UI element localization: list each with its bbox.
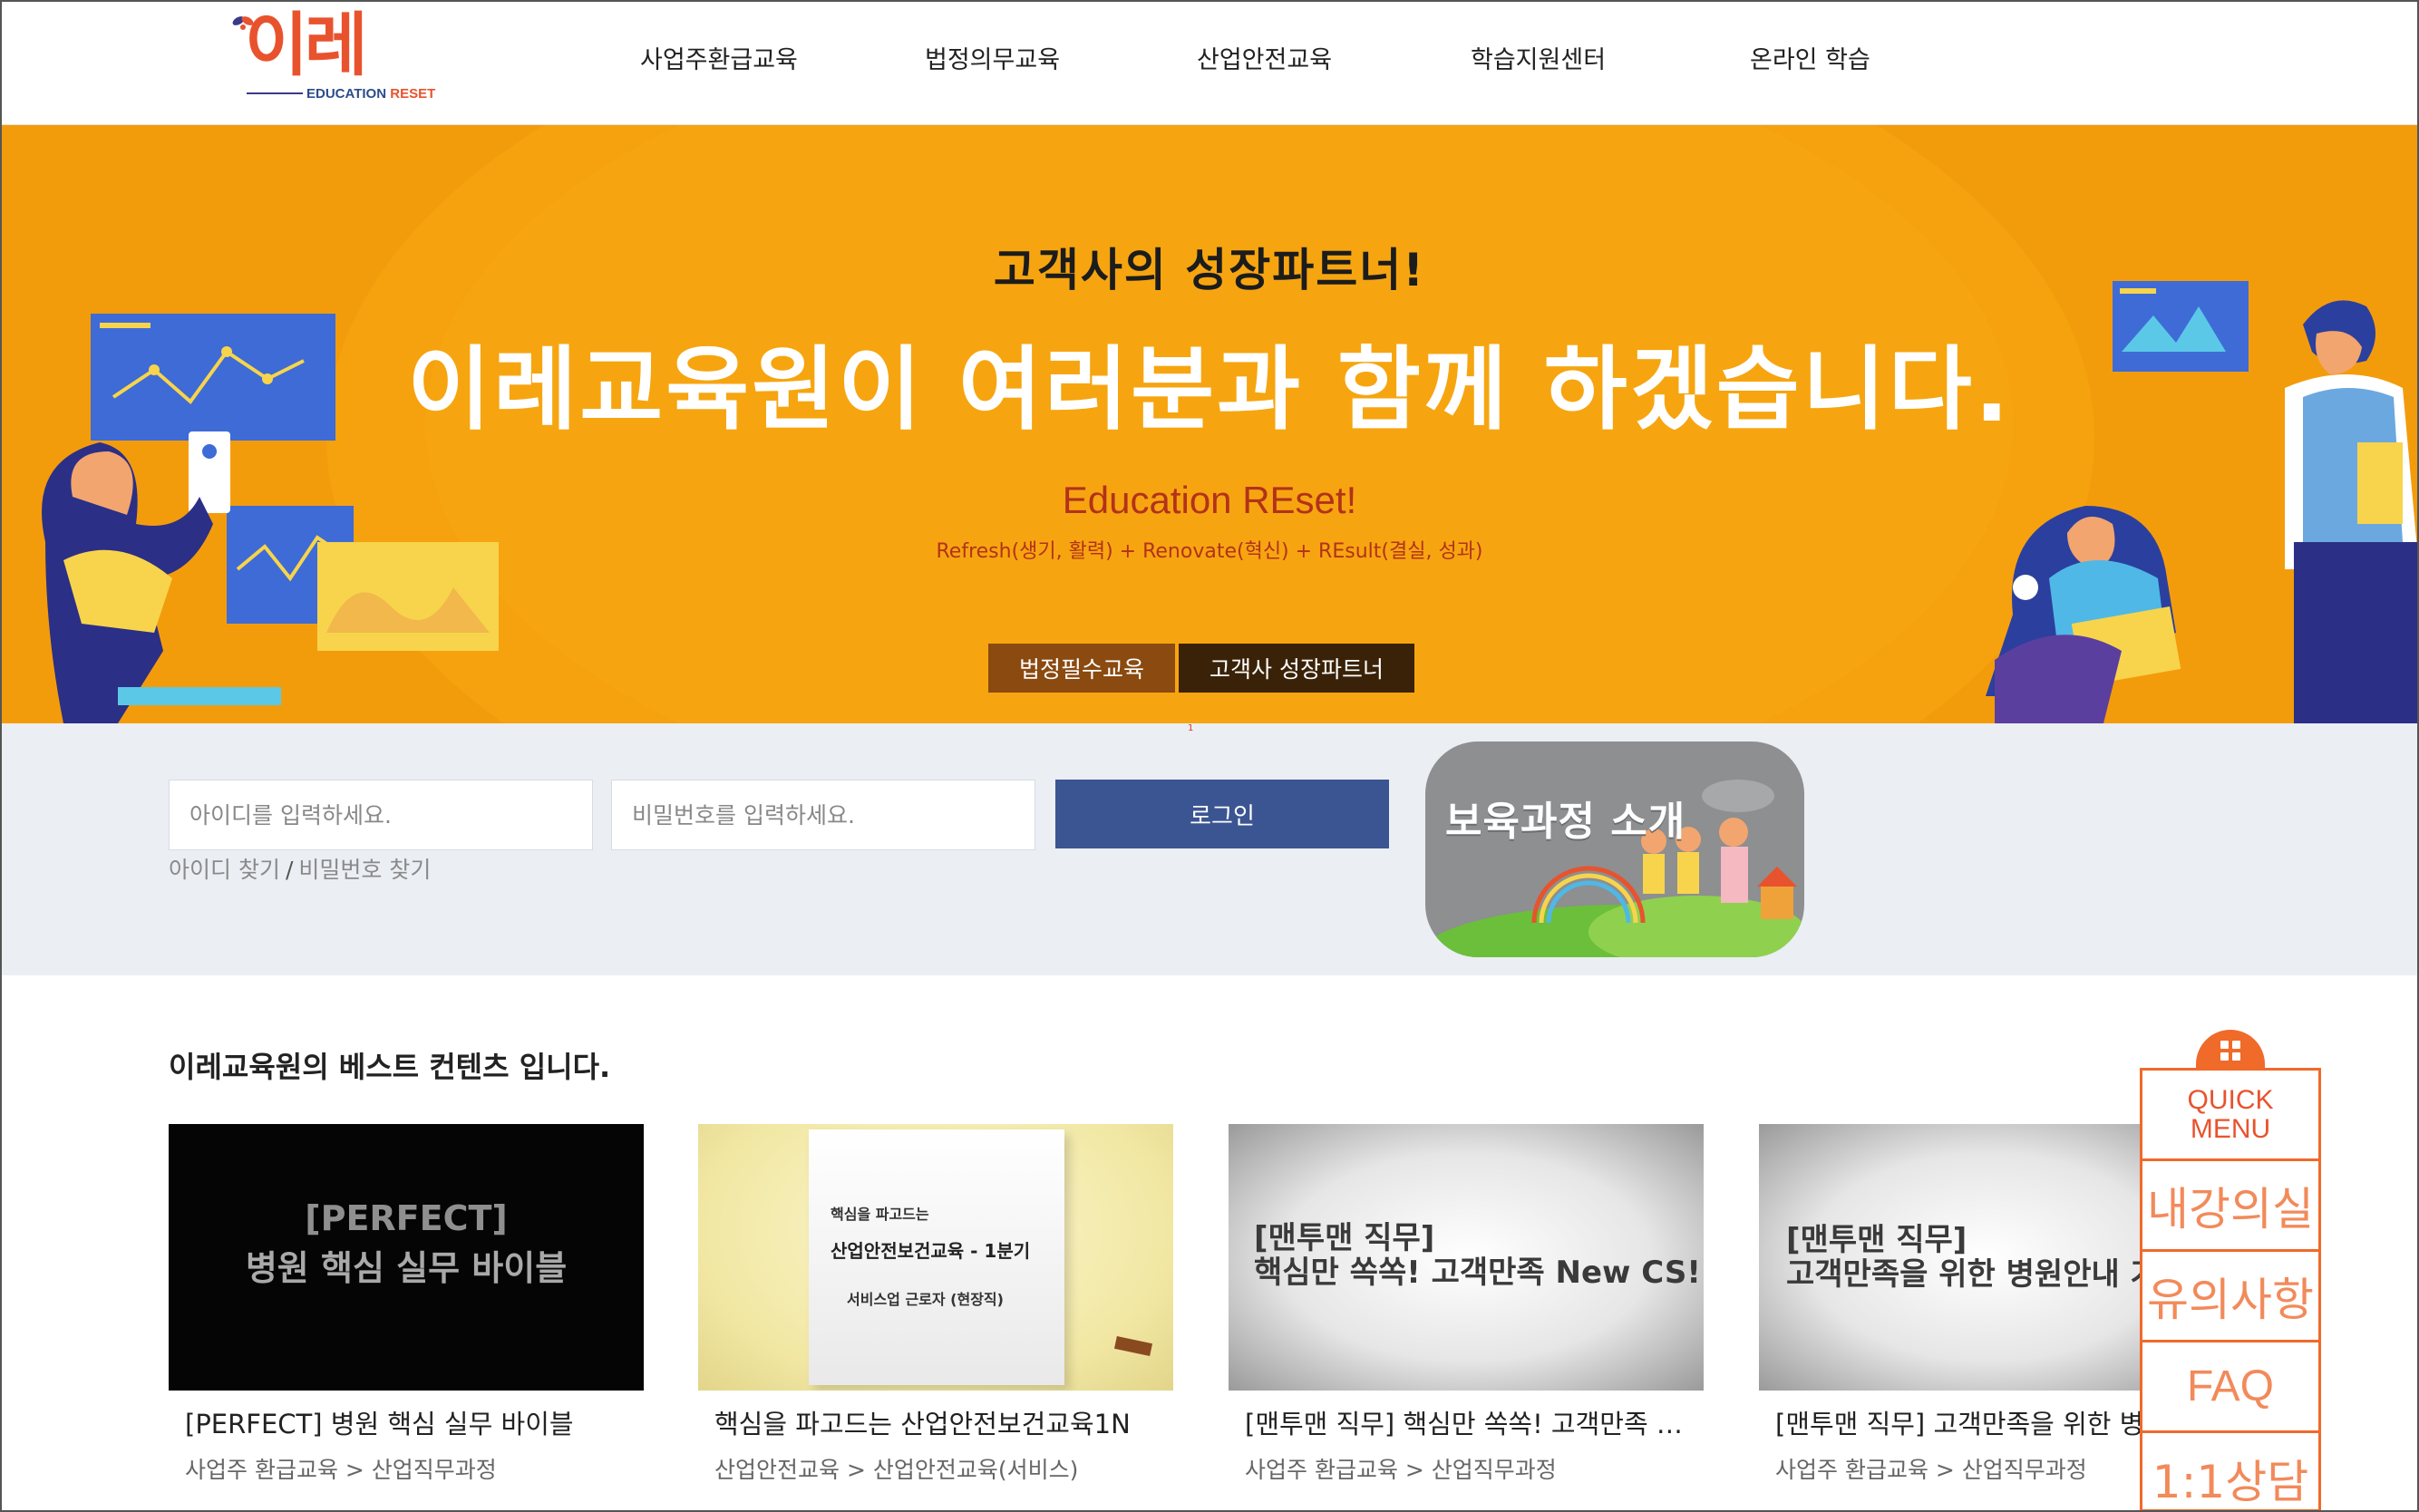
login-button[interactable]: 로그인 [1055, 780, 1389, 848]
hero-tab-legal-required[interactable]: 법정필수교육 [988, 644, 1175, 693]
content-card[interactable]: [맨투맨 직무] 핵심만 쏙쏙! 고객만족 New CS! [맨투맨 직무] 핵… [1229, 1124, 1704, 1485]
card-title[interactable]: [PERFECT] 병원 핵심 실무 바이블 [169, 1403, 631, 1441]
site-logo[interactable]: 이레 EDUCATION RESET [227, 5, 435, 109]
quick-menu: QUICK MENU 내강의실 유의사항 FAQ 1:1상담 [2140, 1030, 2321, 1512]
find-password-link[interactable]: 비밀번호 찾기 [298, 857, 431, 883]
thumb-text: 핵심을 파고드는 [831, 1206, 929, 1223]
thumb-text: 고객만족을 위한 병원안내 가 [1786, 1256, 2140, 1293]
card-thumbnail[interactable]: [맨투맨 직무] 고객만족을 위한 병원안내 가 [1759, 1124, 2140, 1391]
quick-menu-heading: QUICK MENU [2142, 1071, 2318, 1161]
childcare-course-promo[interactable]: 보육과정 소개 [1425, 741, 1804, 957]
hero-tab-group: 법정필수교육 고객사 성장파트너 [988, 644, 1414, 693]
card-category: 사업주 환급교육 > 산업직무과정 [1775, 1457, 2087, 1483]
card-category: 사업주 환급교육 > 산업직무과정 [1245, 1457, 1557, 1483]
user-id-input[interactable] [169, 780, 593, 850]
content-card[interactable]: [맨투맨 직무] 고객만족을 위한 병원안내 가 [맨투맨 직무] 고객만족을 … [1759, 1124, 2140, 1485]
find-id-link[interactable]: 아이디 찾기 [169, 857, 280, 883]
card-thumbnail[interactable]: 핵심을 파고드는 산업안전보건교육 - 1분기 서비스업 근로자 (현장직) [698, 1124, 1173, 1391]
find-links-separator: / [285, 857, 294, 883]
nav-item-online-learning[interactable]: 온라인 학습 [1750, 40, 1870, 75]
thumb-prop [1113, 1335, 1153, 1357]
card-category: 산업안전교육 > 산업안전교육(서비스) [714, 1457, 1079, 1483]
account-find-links: 아이디 찾기 / 비밀번호 찾기 [169, 852, 431, 885]
hero-title: 이레교육원이 여러분과 함께 하겠습니다. [407, 336, 2012, 442]
logo-subtext: EDUCATION RESET [306, 86, 436, 102]
hero-description: Refresh(생기, 활력) + Renovate(혁신) + REsult(… [936, 540, 1483, 563]
hero-subtitle: 고객사의 성장파트너! [993, 244, 1426, 296]
quick-faq[interactable]: FAQ [2142, 1342, 2318, 1433]
nav-item-industrial-safety[interactable]: 산업안전교육 [1197, 40, 1332, 75]
thumb-text: 서비스업 근로자 (현장직) [847, 1291, 1004, 1308]
hero-tab-growth-partner[interactable]: 고객사 성장파트너 [1179, 644, 1414, 693]
site-header: 이레 EDUCATION RESET 사업주환급교육 법정의무교육 산업안전교육… [0, 0, 2419, 125]
content-card[interactable]: 핵심을 파고드는 산업안전보건교육 - 1분기 서비스업 근로자 (현장직) 핵… [698, 1124, 1173, 1485]
hero-banner: 고객사의 성장파트너! 이레교육원이 여러분과 함께 하겠습니다. Educat… [0, 125, 2419, 723]
quick-one-on-one[interactable]: 1:1상담 [2142, 1433, 2318, 1512]
card-title[interactable]: [맨투맨 직무] 고객만족을 위한 병원 [1759, 1403, 2140, 1441]
nav-item-employer-refund[interactable]: 사업주환급교육 [640, 40, 798, 75]
thumb-text: 병원 핵심 실무 바이블 [245, 1248, 568, 1288]
thumb-text: 핵심만 쏙쏙! 고객만족 New CS! [1254, 1255, 1701, 1291]
password-input[interactable] [611, 780, 1035, 850]
card-thumbnail[interactable]: [PERFECT] 병원 핵심 실무 바이블 [169, 1124, 644, 1391]
grid-icon [2220, 1041, 2240, 1061]
quick-menu-panel: QUICK MENU 내강의실 유의사항 FAQ 1:1상담 [2140, 1068, 2321, 1512]
nav-item-learning-support[interactable]: 학습지원센터 [1471, 40, 1606, 75]
slide-indicator[interactable]: 1 [1188, 723, 1197, 736]
card-category: 사업주 환급교육 > 산업직무과정 [185, 1457, 497, 1483]
content-card[interactable]: [PERFECT] 병원 핵심 실무 바이블 [PERFECT] 병원 핵심 실… [169, 1124, 644, 1485]
best-contents-title: 이레교육원의 베스트 컨텐츠 입니다. [169, 1050, 611, 1084]
thumb-text: 산업안전보건교육 - 1분기 [831, 1240, 1031, 1262]
promo-title: 보육과정 소개 [1445, 799, 1686, 845]
quick-menu-toggle[interactable] [2196, 1030, 2265, 1071]
thumb-text: [PERFECT] [305, 1198, 508, 1238]
logo-underline [247, 92, 303, 94]
nav-item-legal-mandatory[interactable]: 법정의무교육 [925, 40, 1060, 75]
card-title[interactable]: [맨투맨 직무] 핵심만 쏙쏙! 고객만족 … [1229, 1403, 1691, 1441]
promo-illustration [1425, 780, 1804, 957]
quick-my-classroom[interactable]: 내강의실 [2142, 1161, 2318, 1252]
hero-brand-line: Education REset! [1062, 479, 1357, 521]
logo-wordmark: 이레 [245, 5, 368, 85]
quick-notice[interactable]: 유의사항 [2142, 1252, 2318, 1342]
card-thumbnail[interactable]: [맨투맨 직무] 핵심만 쏙쏙! 고객만족 New CS! [1229, 1124, 1704, 1391]
card-title[interactable]: 핵심을 파고드는 산업안전보건교육1N [698, 1403, 1161, 1441]
